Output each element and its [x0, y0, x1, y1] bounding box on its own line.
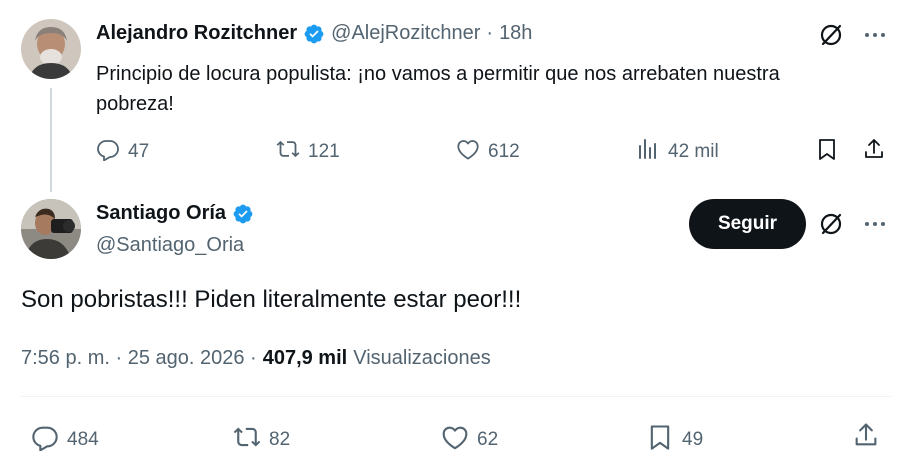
share-icon — [852, 421, 880, 454]
grok-icon[interactable] — [818, 22, 844, 53]
main-reply-button[interactable]: 484 — [31, 423, 99, 454]
parent-time-ago[interactable]: 18h — [499, 22, 532, 45]
dot-separator: · — [486, 22, 494, 44]
parent-share-button[interactable] — [862, 137, 886, 167]
parent-like-button[interactable]: 612 — [456, 137, 520, 167]
share-icon — [862, 137, 886, 167]
repost-icon — [276, 137, 300, 167]
parent-reply-count: 47 — [128, 141, 150, 162]
main-share-button[interactable] — [852, 421, 880, 454]
like-icon — [456, 137, 480, 167]
more-icon[interactable] — [862, 22, 888, 53]
divider — [21, 396, 891, 397]
views-count: 407,9 mil — [262, 347, 348, 369]
main-bookmark-button[interactable]: 49 — [646, 423, 703, 454]
follow-button[interactable]: Seguir — [689, 199, 806, 249]
verified-badge-icon — [232, 203, 254, 225]
more-icon[interactable] — [862, 211, 888, 242]
parent-like-count: 612 — [488, 141, 520, 162]
main-tweet-text: Son pobristas!!! Piden literalmente esta… — [21, 286, 522, 313]
main-repost-button[interactable]: 82 — [233, 423, 290, 454]
parent-author-handle[interactable]: @AlejRozitchner — [331, 22, 480, 45]
tweet-timestamp[interactable]: 7:56 p. m. · 25 ago. 2026 · — [21, 347, 257, 370]
main-like-count: 62 — [477, 429, 499, 450]
verified-badge-icon — [303, 23, 325, 45]
main-author-avatar[interactable] — [21, 199, 81, 259]
views-icon — [636, 137, 660, 167]
parent-author-name[interactable]: Alejandro Rozitchner — [96, 22, 297, 45]
views-label: Visualizaciones — [353, 347, 491, 369]
parent-text-line-2: pobreza! — [96, 93, 174, 115]
like-icon — [441, 423, 469, 454]
parent-tweet-text: Principio de locura populista: ¡no vamos… — [96, 59, 896, 119]
parent-text-line-1: Principio de locura populista: ¡no vamos… — [96, 63, 780, 85]
parent-views-button[interactable]: 42 mil — [636, 137, 719, 167]
bookmark-icon — [815, 137, 839, 167]
main-bookmark-count: 49 — [682, 429, 704, 450]
reply-icon — [96, 137, 120, 167]
grok-icon[interactable] — [818, 211, 844, 242]
parent-bookmark-button[interactable] — [815, 137, 839, 167]
thread-connector-line — [50, 88, 52, 192]
bookmark-icon — [646, 423, 674, 454]
tweet-metadata: 7:56 p. m. · 25 ago. 2026 · 407,9 mil Vi… — [21, 347, 491, 370]
parent-repost-count: 121 — [308, 141, 340, 162]
parent-repost-button[interactable]: 121 — [276, 137, 340, 167]
parent-views-count: 42 mil — [668, 141, 719, 162]
main-author-handle[interactable]: @Santiago_Oria — [96, 234, 244, 257]
parent-author-avatar[interactable] — [21, 19, 81, 79]
main-author-name[interactable]: Santiago Oría — [96, 202, 226, 225]
main-repost-count: 82 — [269, 429, 291, 450]
main-like-button[interactable]: 62 — [441, 423, 498, 454]
main-reply-count: 484 — [67, 429, 99, 450]
parent-reply-button[interactable]: 47 — [96, 137, 149, 167]
reply-icon — [31, 423, 59, 454]
repost-icon — [233, 423, 261, 454]
